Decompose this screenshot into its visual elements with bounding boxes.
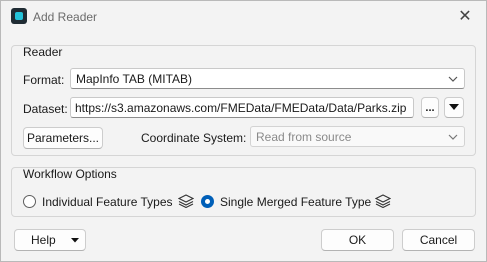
individual-feature-types-radio[interactable] <box>23 195 36 208</box>
chevron-down-icon <box>448 134 458 140</box>
individual-feature-types-label[interactable]: Individual Feature Types <box>42 195 173 209</box>
single-merged-feature-type-label[interactable]: Single Merged Feature Type <box>220 195 371 209</box>
parameters-button[interactable]: Parameters... <box>23 127 103 149</box>
help-button[interactable]: Help <box>14 229 86 251</box>
dataset-value: https://s3.amazonaws.com/FMEData/FMEData… <box>75 101 407 115</box>
fme-app-icon <box>11 8 27 24</box>
format-label: Format: <box>23 73 65 87</box>
coordinate-system-label: Coordinate System: <box>141 131 247 145</box>
format-value: MapInfo TAB (MITAB) <box>76 72 193 86</box>
reader-group-title: Reader <box>23 45 63 59</box>
coordinate-system-dropdown[interactable]: Read from source <box>250 126 465 147</box>
caret-down-icon <box>71 238 79 243</box>
layers-icon <box>375 194 391 208</box>
close-icon[interactable]: ✕ <box>452 4 478 28</box>
dataset-label: Dataset: <box>23 102 68 116</box>
cancel-button[interactable]: Cancel <box>402 229 475 251</box>
title-bar: Add Reader ✕ <box>1 1 486 32</box>
chevron-down-icon <box>448 76 458 82</box>
coordinate-system-value: Read from source <box>256 130 352 144</box>
dataset-input[interactable]: https://s3.amazonaws.com/FMEData/FMEData… <box>70 97 414 118</box>
window-title: Add Reader <box>33 10 98 24</box>
layers-icon <box>178 194 194 208</box>
add-reader-dialog: Add Reader ✕ Reader Format: MapInfo TAB … <box>0 0 487 262</box>
dataset-options-button[interactable] <box>444 97 464 118</box>
triangle-down-icon <box>449 104 459 110</box>
help-label: Help <box>31 233 56 247</box>
format-dropdown[interactable]: MapInfo TAB (MITAB) <box>70 68 465 89</box>
browse-button[interactable]: ... <box>421 97 439 118</box>
single-merged-feature-type-radio[interactable] <box>201 195 214 208</box>
workflow-options-title: Workflow Options <box>23 167 117 181</box>
ok-button[interactable]: OK <box>321 229 394 251</box>
